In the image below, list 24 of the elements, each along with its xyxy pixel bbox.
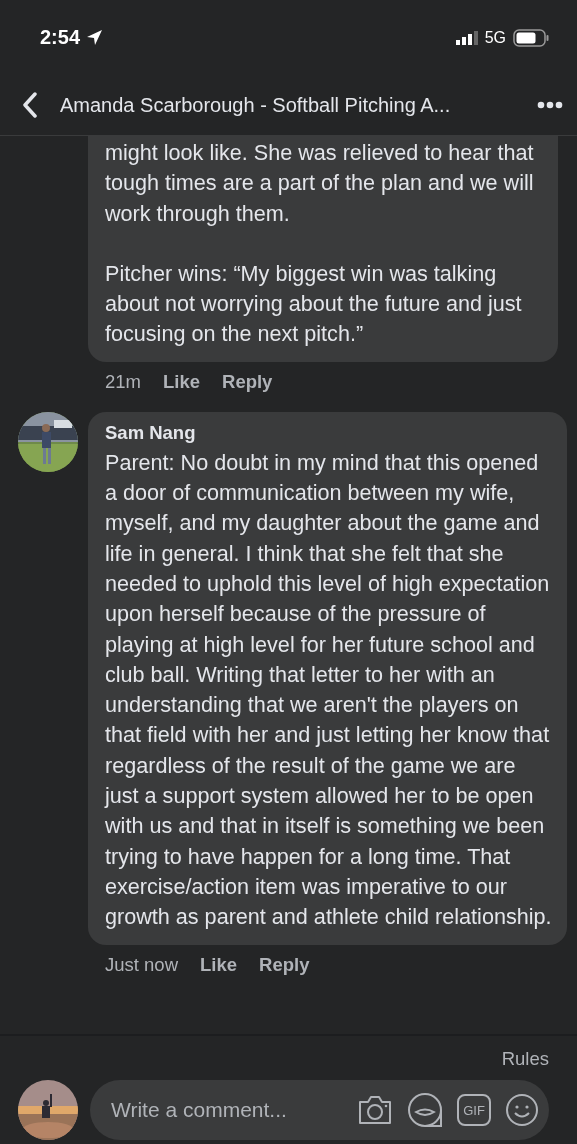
like-link[interactable]: Like [200, 953, 238, 976]
location-arrow-icon [86, 29, 104, 46]
clock-time: 2:54 [40, 26, 81, 49]
comment-time: Just now [105, 953, 178, 976]
back-icon[interactable] [22, 92, 38, 118]
emoji-icon[interactable] [505, 1093, 539, 1127]
more-icon[interactable] [537, 101, 563, 109]
signal-icon [455, 30, 478, 45]
reply-link[interactable]: Reply [222, 370, 273, 393]
comment-text: Parent: No doubt in my mind that this opened a door of communication between my wife, myself, and my daughter about the game and life in general. I think that she felt that she needed to uphold this level of high expectation upon herself because of the pressure of playing at high level for her future school and club ball. Writing that letter to her with an understanding that we aren't the players on that field with her and just letting her know that regardless of the result of the game we are just a support system allowed her to be open with us and that in itself is something we been trying to have happen for a long time. That exercise/action item was imperative to our growth as parent and athlete child relationship. [105, 448, 553, 932]
comment-text: might look like. She was relieved to hear that tough times are a part of the plan and we will work through them. [105, 139, 535, 228]
sticker-icon[interactable] [407, 1092, 443, 1128]
camera-icon[interactable] [357, 1094, 393, 1126]
reply-link[interactable]: Reply [259, 953, 310, 976]
page-title: Amanda Scarborough - Softball Pitching A... [60, 93, 452, 117]
comment-author[interactable]: Sam Nang [105, 421, 553, 444]
comment-text: Pitcher wins: “My biggest win was talking about not worrying about the future and just focusing on the next pitch.” [105, 259, 523, 349]
battery-icon [513, 28, 549, 47]
gif-button[interactable]: GIF [457, 1094, 491, 1126]
network-label: 5G [484, 28, 506, 47]
comment-time: 21m [105, 370, 141, 393]
comment-field[interactable]: Write a comment... GIF [90, 1080, 549, 1140]
rules-link[interactable]: Rules [501, 1048, 549, 1070]
like-link[interactable]: Like [163, 370, 201, 393]
